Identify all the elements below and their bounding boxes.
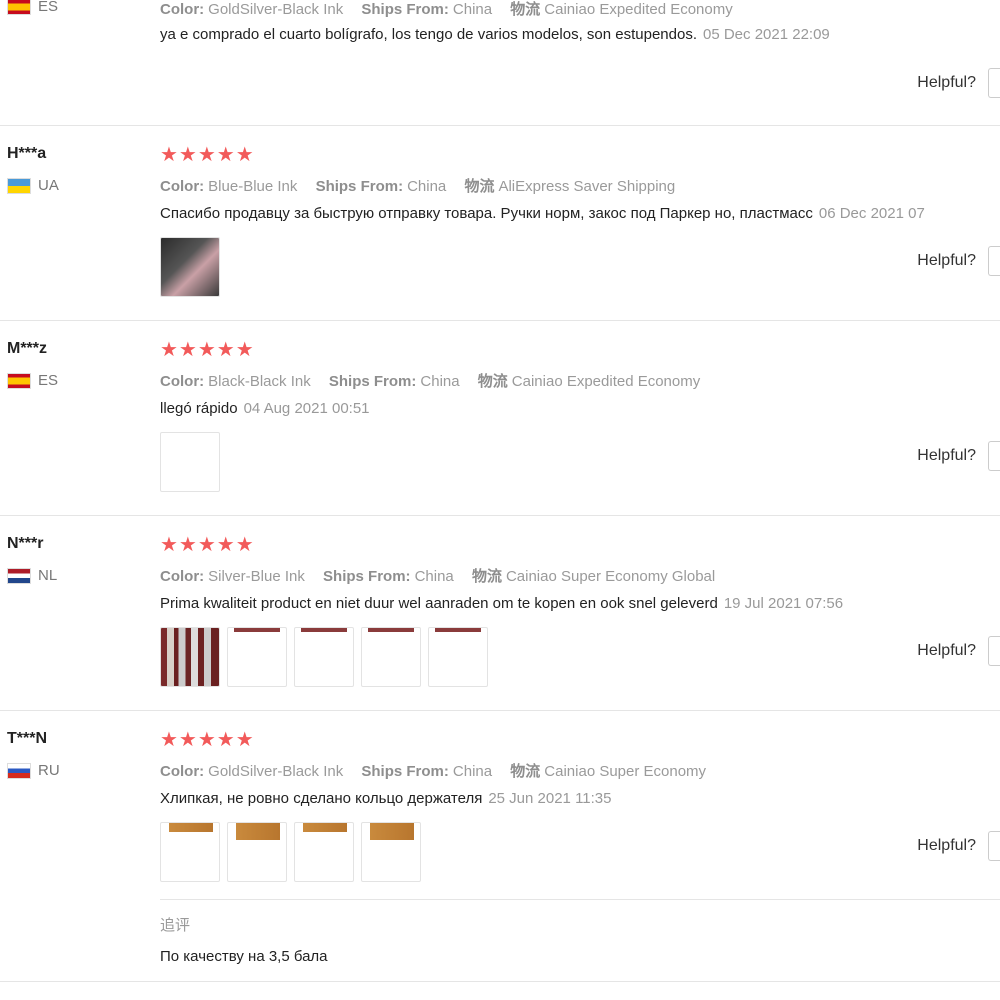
reviewer-country: ES [7,0,58,15]
review-item: T***N RU ★★★★★ Color: GoldSilver-Black In… [0,711,1000,982]
review-date: 25 Jun 2021 11:35 [488,790,612,807]
helpful-label: Helpful? [917,447,976,464]
helpful-button[interactable] [988,831,1000,861]
reviewer-name: M***z [7,340,48,357]
followup-title: 追评 [160,917,191,934]
reviewer-country: RU [7,762,60,779]
helpful-control[interactable]: Helpful? [917,246,1000,276]
helpful-button[interactable] [988,68,1000,98]
reviewer-country: NL [7,567,57,584]
star-rating: ★★★★★ [160,729,255,751]
review-photo-thumbnail[interactable] [294,627,354,687]
helpful-label: Helpful? [917,837,976,854]
netherlands-flag-icon [7,567,31,584]
reviewer-name: N***r [7,535,44,552]
helpful-button[interactable] [988,441,1000,471]
russia-flag-icon [7,762,31,779]
review-attributes: Color: Black-Black Ink Ships From: China 物… [160,373,701,390]
review-attributes: Color: Blue-Blue Ink Ships From: China 物流 A… [160,178,676,195]
helpful-button[interactable] [988,246,1000,276]
helpful-label: Helpful? [917,642,976,659]
reviewer-country: ES [7,372,58,389]
helpful-control[interactable]: Helpful? [917,831,1000,861]
star-rating: ★★★★★ [160,534,255,556]
star-rating: ★★★★★ [160,144,255,166]
ukraine-flag-icon [7,177,31,194]
spain-flag-icon [7,372,31,389]
star-rating: ★★★★★ [160,339,255,361]
review-date: 06 Dec 2021 07 [818,205,925,222]
review-date: 05 Dec 2021 22:09 [703,26,830,43]
review-photo-thumbnail[interactable] [361,627,421,687]
helpful-button[interactable] [988,636,1000,666]
reviewer-name: T***N [7,730,48,747]
reviewer-country: UA [7,177,59,194]
followup-divider [160,899,1000,900]
review-text: ya e comprado el cuarto bolígrafo, los t… [160,26,830,43]
review-photo-thumbnail[interactable] [361,822,421,882]
review-photo-thumbnail[interactable] [160,237,220,297]
review-photos [160,432,220,492]
helpful-control[interactable]: Helpful? [917,68,1000,98]
review-photo-thumbnail[interactable] [428,627,488,687]
review-date: 19 Jul 2021 07:56 [723,595,844,612]
review-text: llegó rápido 04 Aug 2021 00:51 [160,400,370,417]
reviewer-name: H***a [7,145,47,162]
review-item: ES Color: GoldSilver-Black Ink Ships From… [0,0,1000,126]
review-photo-thumbnail[interactable] [227,627,287,687]
review-attributes: Color: GoldSilver-Black Ink Ships From: Ch… [160,763,707,780]
review-item: N***r NL ★★★★★ Color: Silver-Blue Ink Shi… [0,516,1000,711]
review-item: M***z ES ★★★★★ Color: Black-Black Ink Shi… [0,321,1000,516]
followup-text: По качеству на 3,5 бала [160,948,328,965]
review-photo-thumbnail[interactable] [294,822,354,882]
helpful-label: Helpful? [917,74,976,91]
review-attributes: Color: GoldSilver-Black Ink Ships From: Ch… [160,1,733,18]
review-text: Prima kwaliteit product en niet duur wel… [160,595,844,612]
review-photos [160,237,220,297]
review-text: Хлипкая, не ровно сделано кольцо держате… [160,790,612,807]
helpful-control[interactable]: Helpful? [917,441,1000,471]
helpful-label: Helpful? [917,252,976,269]
review-date: 04 Aug 2021 00:51 [243,400,370,417]
review-photo-thumbnail[interactable] [160,822,220,882]
review-photo-thumbnail[interactable] [160,627,220,687]
spain-flag-icon [7,0,31,15]
review-photos [160,627,488,687]
review-photos [160,822,421,882]
review-photo-thumbnail[interactable] [160,432,220,492]
review-item: H***a UA ★★★★★ Color: Blue-Blue Ink Ships… [0,126,1000,321]
helpful-control[interactable]: Helpful? [917,636,1000,666]
review-photo-thumbnail[interactable] [227,822,287,882]
review-text: Спасибо продавцу за быструю отправку тов… [160,205,925,222]
review-attributes: Color: Silver-Blue Ink Ships From: China 物… [160,568,716,585]
